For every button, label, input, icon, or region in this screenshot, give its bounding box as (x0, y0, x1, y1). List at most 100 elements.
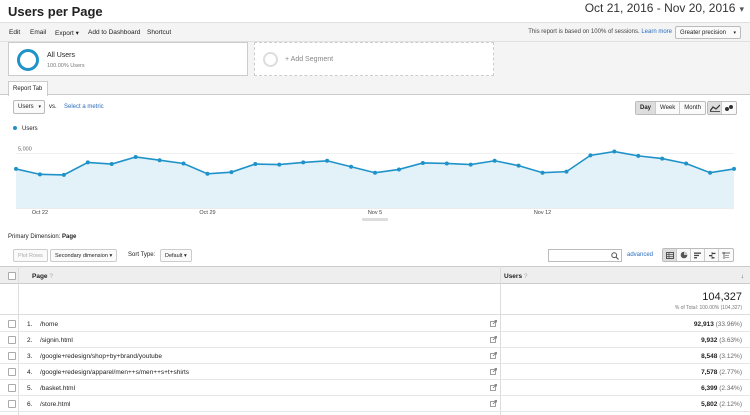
data-point (229, 170, 234, 175)
data-point (588, 153, 593, 158)
open-page-icon[interactable] (490, 400, 497, 409)
column-header-page-label: Page (32, 273, 48, 280)
date-range-picker[interactable]: Oct 21, 2016 - Nov 20, 2016 ▾ (585, 1, 744, 15)
row-checkbox[interactable] (8, 320, 16, 328)
row-users-percent: (2.77%) (719, 369, 742, 376)
data-point (181, 161, 186, 166)
sort-descending-icon[interactable]: ↓ (741, 273, 744, 280)
tab-report[interactable]: Report Tab (8, 81, 48, 96)
open-page-icon[interactable] (490, 368, 497, 377)
data-point (636, 153, 641, 158)
export-label: Export (55, 30, 74, 37)
data-point (277, 162, 282, 167)
search-icon[interactable] (611, 252, 619, 260)
data-point (468, 162, 473, 167)
row-page-link[interactable]: /google+redesign/apparel/men++s/men++s+t… (40, 369, 189, 376)
row-page-link[interactable]: /signin.html (40, 337, 73, 344)
data-point (301, 160, 306, 165)
row-checkbox[interactable] (8, 368, 16, 376)
segment-percentage: 100.00% Users (47, 63, 85, 69)
row-checkbox[interactable] (8, 400, 16, 408)
line-chart-icon[interactable] (708, 102, 722, 114)
data-point (205, 171, 210, 176)
secondary-dimension-dropdown[interactable]: Secondary dimension ▾ (50, 249, 118, 262)
table-row: 6. /store.html 5,802 (2.12%) (0, 396, 750, 412)
day-button[interactable]: Day (636, 102, 657, 114)
select-all-checkbox[interactable] (8, 272, 16, 280)
chevron-down-icon: ▾ (739, 4, 744, 14)
data-point (37, 172, 42, 177)
metric-select-label: Users (18, 104, 34, 110)
learn-more-link[interactable]: Learn more (641, 29, 672, 35)
data-point (109, 162, 114, 167)
metric-select[interactable]: Users ▾ (13, 100, 45, 114)
select-metric-link[interactable]: Select a metric (64, 104, 104, 110)
row-number: 1. (27, 321, 33, 328)
data-point (61, 172, 66, 177)
x-tick-label: Nov 12 (534, 210, 551, 216)
export-button[interactable]: Export ▾ (55, 29, 79, 37)
edit-button[interactable]: Edit (9, 29, 20, 36)
row-page-link[interactable]: /basket.html (40, 385, 75, 392)
row-page-link[interactable]: /store.html (40, 401, 70, 408)
open-page-icon[interactable] (490, 336, 497, 345)
add-segment-button[interactable]: + Add Segment (254, 42, 494, 76)
row-checkbox[interactable] (8, 384, 16, 392)
performance-icon[interactable] (691, 249, 705, 261)
pie-chart-icon[interactable] (677, 249, 691, 261)
x-tick-label: Nov 5 (368, 210, 382, 216)
row-users-value: 92,913 (33.96%) (694, 321, 742, 328)
plot-rows-button[interactable]: Plot Rows (13, 249, 48, 262)
data-point (14, 166, 18, 171)
sort-type-dropdown[interactable]: Default ▾ (160, 249, 192, 262)
row-number: 4. (27, 369, 33, 376)
precision-dropdown[interactable]: Greater precision ▾ (675, 26, 741, 39)
week-button[interactable]: Week (656, 102, 681, 114)
primary-dimension-value[interactable]: Page (62, 234, 76, 240)
row-users-percent: (2.34%) (719, 385, 742, 392)
data-table-icon[interactable] (663, 249, 677, 261)
open-page-icon[interactable] (490, 352, 497, 361)
row-users-value: 6,399 (2.34%) (701, 385, 742, 392)
row-users-count: 92,913 (693, 321, 714, 328)
table-row: 2. /signin.html 9,932 (3.63%) (0, 332, 750, 348)
y-tick-label: 5,000 (18, 147, 32, 153)
segment-all-users[interactable]: All Users 100.00% Users (8, 42, 248, 76)
add-segment-label: + Add Segment (285, 56, 334, 63)
shortcut-button[interactable]: Shortcut (147, 29, 171, 36)
data-point (349, 164, 354, 169)
open-page-icon[interactable] (490, 320, 497, 329)
vs-label: vs. (49, 104, 57, 110)
sort-type-value: Default (165, 253, 183, 259)
legend-dot-icon (13, 126, 17, 131)
row-number: 6. (27, 401, 33, 408)
column-header-users[interactable]: Users ? (504, 273, 528, 280)
advanced-filter-link[interactable]: advanced (627, 252, 653, 258)
sort-type-label: Sort Type: (128, 252, 156, 258)
add-to-dashboard-button[interactable]: Add to Dashboard (88, 29, 140, 36)
empty-circle-icon (263, 52, 278, 67)
email-button[interactable]: Email (30, 29, 46, 36)
comparison-icon[interactable] (705, 249, 719, 261)
row-users-percent: (33.96%) (715, 321, 742, 328)
open-page-icon[interactable] (490, 384, 497, 393)
primary-dimension: Primary Dimension: Page (8, 234, 76, 240)
column-header-page[interactable]: Page ? (32, 273, 53, 280)
row-page-link[interactable]: /google+redesign/shop+by+brand/youtube (40, 353, 162, 360)
data-point (732, 166, 736, 171)
data-point (684, 161, 689, 166)
row-number: 3. (27, 353, 33, 360)
month-button[interactable]: Month (680, 102, 705, 114)
row-checkbox[interactable] (8, 352, 16, 360)
row-page-link[interactable]: /home (40, 321, 58, 328)
total-value: 104,327 (702, 291, 742, 303)
chevron-down-icon: ▾ (75, 30, 79, 37)
table-search-input[interactable] (548, 249, 622, 262)
row-users-count: 5,802 (701, 401, 718, 408)
pivot-icon[interactable] (719, 249, 733, 261)
chevron-down-icon: ▾ (183, 253, 187, 259)
row-checkbox[interactable] (8, 336, 16, 344)
title-bar: Users per Page Oct 21, 2016 - Nov 20, 20… (0, 0, 750, 22)
data-point (708, 170, 713, 175)
motion-chart-icon[interactable] (722, 102, 736, 114)
